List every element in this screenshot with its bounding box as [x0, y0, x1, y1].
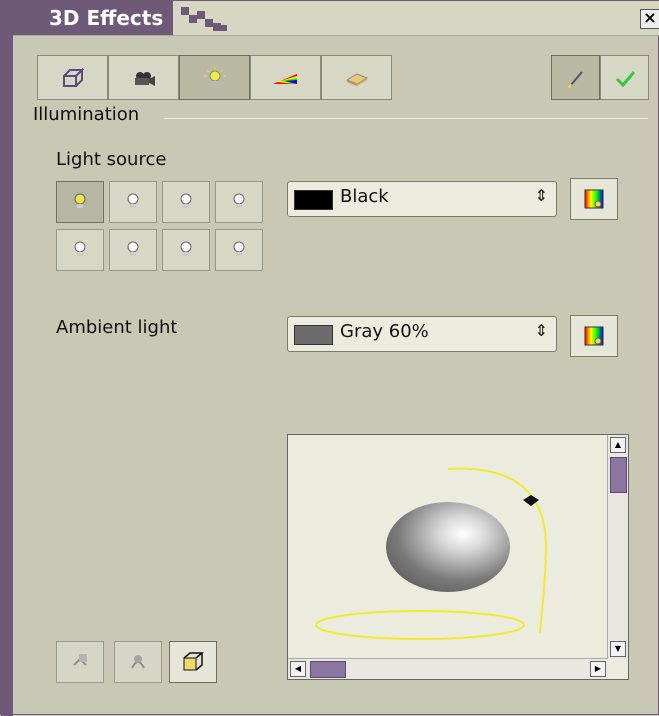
title-bar: 3D Effects × — [13, 1, 659, 36]
light-source-6[interactable] — [109, 229, 157, 271]
lightbulb-icon — [127, 193, 139, 208]
apply-button[interactable] — [600, 55, 649, 100]
light-source-color-value: Black — [340, 186, 389, 207]
ambient-light-swatch — [294, 325, 333, 345]
light-source-3[interactable] — [162, 181, 210, 223]
light-source-7[interactable] — [162, 229, 210, 271]
ambient-light-color-picker-button[interactable] — [570, 315, 618, 357]
lightbulb-icon — [180, 241, 192, 256]
camera-icon — [134, 71, 155, 86]
lathe-icon — [131, 655, 145, 669]
illumination-label: Illumination — [33, 104, 140, 125]
vertical-scrollbar[interactable]: ▲ ▼ — [607, 435, 628, 659]
color-picker-icon — [584, 189, 604, 209]
window-title: 3D Effects — [13, 1, 174, 35]
light-source-color-select[interactable]: Black ⇕ — [287, 181, 557, 217]
lightbulb-icon — [180, 193, 192, 208]
illumination-separator — [164, 118, 648, 119]
camera-button[interactable] — [108, 55, 179, 100]
edit-icon — [567, 70, 583, 88]
light-source-2[interactable] — [109, 181, 157, 223]
scroll-up-icon[interactable]: ▲ — [610, 437, 626, 453]
shading-button[interactable] — [250, 55, 321, 100]
light-source-swatch — [294, 190, 333, 210]
dialog-content: Illumination Light source Black ⇕ Ambien… — [13, 36, 658, 714]
title-pattern-icon — [181, 7, 227, 31]
color-picker-icon — [584, 326, 604, 346]
light-tab-button[interactable] — [179, 55, 250, 100]
scroll-down-icon[interactable]: ▼ — [610, 641, 626, 657]
sphere-preview — [386, 502, 510, 592]
check-icon — [615, 70, 635, 87]
light-source-4[interactable] — [215, 181, 263, 223]
horizontal-scrollbar[interactable]: ◀ ▶ — [288, 658, 608, 679]
light-icon — [203, 66, 226, 85]
light-source-grid — [56, 181, 265, 273]
lightbulb-icon — [233, 193, 245, 208]
convert-to-lathe-button[interactable] — [114, 641, 162, 683]
horizontal-scroll-thumb[interactable] — [310, 661, 346, 678]
vertical-scroll-thumb[interactable] — [610, 457, 627, 493]
ambient-light-label: Ambient light — [56, 317, 178, 338]
light-preview[interactable]: ▲ ▼ ◀ ▶ — [287, 434, 629, 680]
perspective-button[interactable] — [169, 641, 217, 683]
geometry-button[interactable] — [37, 55, 108, 100]
lightbulb-icon — [127, 241, 139, 256]
lightbulb-icon — [233, 241, 245, 256]
dropdown-arrow-icon: ⇕ — [534, 321, 548, 340]
convert-icon — [73, 654, 87, 666]
preview-scene — [315, 467, 548, 640]
light-source-label: Light source — [56, 149, 167, 170]
edit-button[interactable] — [551, 55, 600, 100]
convert-to-3d-button[interactable] — [56, 641, 104, 683]
perspective-icon — [183, 652, 205, 671]
material-icon — [345, 72, 368, 86]
scroll-left-icon[interactable]: ◀ — [290, 661, 306, 677]
ambient-light-color-select[interactable]: Gray 60% ⇕ — [287, 316, 557, 352]
3d-effects-window: 3D Effects × Illumination Light source B… — [0, 0, 659, 716]
material-button[interactable] — [321, 55, 392, 100]
ambient-light-color-value: Gray 60% — [340, 321, 429, 342]
window-left-border — [1, 1, 13, 716]
light-source-8[interactable] — [215, 229, 263, 271]
gradient-icon — [272, 73, 297, 84]
light-source-color-picker-button[interactable] — [570, 178, 618, 220]
lightbulb-icon — [74, 193, 86, 208]
close-button[interactable]: × — [640, 9, 659, 29]
lightbulb-icon — [74, 241, 86, 256]
dropdown-arrow-icon: ⇕ — [534, 186, 548, 205]
light-source-1[interactable] — [56, 181, 104, 223]
light-orbit-ellipse — [315, 610, 525, 640]
light-source-5[interactable] — [56, 229, 104, 271]
geometry-icon — [62, 67, 84, 87]
scroll-right-icon[interactable]: ▶ — [590, 661, 606, 677]
